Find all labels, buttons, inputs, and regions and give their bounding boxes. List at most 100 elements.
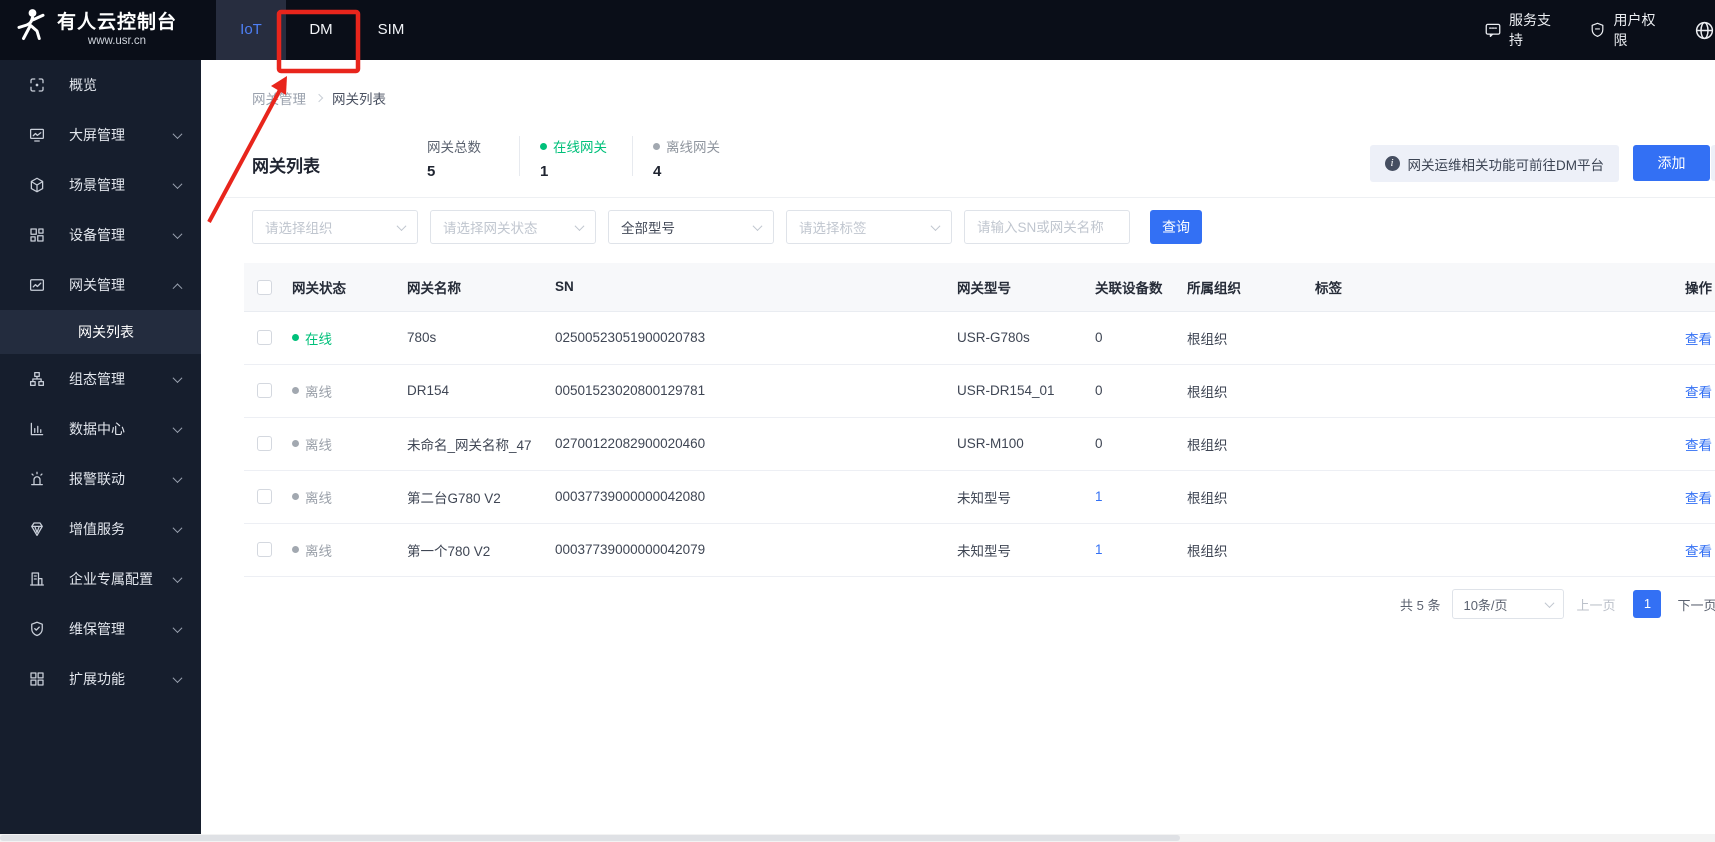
sidebar-item-label: 扩展功能	[69, 671, 125, 687]
chevron-up-icon	[172, 282, 183, 293]
sidebar-item-scene[interactable]: 场景管理	[0, 160, 201, 210]
sidebar-item-label: 增值服务	[69, 521, 125, 537]
org-name: 根组织	[1179, 417, 1307, 471]
chevron-down-icon	[172, 372, 183, 383]
globe-icon[interactable]	[1694, 20, 1715, 41]
col-model: 网关型号	[949, 263, 1087, 312]
stat-total-value: 5	[427, 163, 436, 180]
screen-icon	[28, 126, 46, 144]
org-select[interactable]: 请选择组织	[252, 210, 418, 244]
view-link[interactable]: 查看	[1685, 491, 1712, 506]
stat-offline: 离线网关 4	[653, 136, 725, 180]
next-page-button[interactable]: 下一页	[1677, 595, 1715, 614]
page-number-1[interactable]: 1	[1633, 590, 1662, 618]
org-name: 根组织	[1179, 311, 1307, 365]
platform-tabs: IoT DM SIM	[216, 0, 426, 60]
page-size-select[interactable]: 10条/页	[1452, 589, 1565, 619]
scrollbar-thumb[interactable]	[0, 835, 1180, 841]
row-checkbox[interactable]	[256, 383, 272, 399]
service-support-link[interactable]: 服务支持	[1484, 10, 1563, 50]
view-link[interactable]: 查看	[1685, 438, 1712, 453]
gateway-tag	[1307, 523, 1492, 577]
topbar-right: 服务支持 用户权限	[1484, 0, 1715, 60]
select-all-checkbox[interactable]	[256, 279, 272, 295]
row-checkbox[interactable]	[256, 542, 272, 558]
view-link[interactable]: 查看	[1685, 385, 1712, 400]
status-badge: 离线	[292, 434, 332, 454]
row-checkbox[interactable]	[256, 330, 272, 346]
gateway-model: 未知型号	[949, 470, 1087, 524]
query-button[interactable]: 查询	[1150, 210, 1202, 244]
info-icon: i	[1384, 156, 1400, 171]
sidebar-subitem-gateway-list[interactable]: 网关列表	[0, 310, 201, 354]
row-checkbox[interactable]	[256, 436, 272, 452]
grid-icon	[28, 670, 46, 688]
gateway-model: USR-DR154_01	[949, 364, 1087, 418]
table-row: 离线 第一个780 V2 00037739000000042079 未知型号 1…	[244, 523, 1715, 577]
gateway-tag	[1307, 470, 1492, 524]
logo[interactable]: 有人云控制台 www.usr.cn	[0, 0, 201, 60]
device-count-link[interactable]: 1	[1095, 542, 1103, 557]
sidebar-item-extension[interactable]: 扩展功能	[0, 654, 201, 704]
view-link[interactable]: 查看	[1685, 544, 1712, 559]
sidebar-item-config[interactable]: 组态管理	[0, 354, 201, 404]
gateway-status-select[interactable]: 请选择网关状态	[430, 210, 596, 244]
table-row: 离线 未命名_网关名称_47 02700122082900020460 USR-…	[244, 417, 1715, 471]
gateway-sn: 00037739000000042079	[547, 523, 949, 577]
clipped-button-sliver	[1711, 145, 1715, 181]
tab-sim[interactable]: SIM	[356, 0, 426, 60]
notice-text: 网关运维相关功能可前往DM平台	[1407, 157, 1605, 173]
user-permission-link[interactable]: 用户权限	[1589, 10, 1668, 50]
sidebar-item-vas[interactable]: 增值服务	[0, 504, 201, 554]
chevron-down-icon	[574, 220, 585, 231]
sidebar-item-label: 设备管理	[69, 227, 125, 243]
gateway-sn: 00037739000000042080	[547, 470, 949, 524]
col-devices: 关联设备数	[1087, 263, 1179, 312]
sidebar-item-label: 概览	[69, 77, 97, 93]
device-count-link[interactable]: 1	[1095, 489, 1103, 504]
sn-search-input[interactable]	[964, 210, 1130, 244]
view-link[interactable]: 查看	[1685, 332, 1712, 347]
sidebar-item-overview[interactable]: 概览	[0, 60, 201, 110]
service-support-label: 服务支持	[1509, 12, 1551, 48]
tab-dm[interactable]: DM	[286, 0, 356, 60]
shield-check-icon	[28, 620, 46, 638]
sidebar-item-maintenance[interactable]: 维保管理	[0, 604, 201, 654]
gateway-name: 780s	[399, 311, 547, 365]
scene-icon	[28, 176, 46, 194]
gateway-table: 网关状态 网关名称 SN 网关型号 关联设备数 所属组织 标签 操作 在线 78…	[244, 263, 1715, 577]
breadcrumb-parent[interactable]: 网关管理	[252, 88, 306, 108]
chevron-down-icon	[752, 220, 763, 231]
tag-select[interactable]: 请选择标签	[786, 210, 952, 244]
sidebar-item-datacenter[interactable]: 数据中心	[0, 404, 201, 454]
chevron-down-icon	[172, 128, 183, 139]
chevron-down-icon	[930, 220, 941, 231]
gateway-tag	[1307, 311, 1492, 365]
gem-icon	[28, 520, 46, 538]
add-gateway-button[interactable]: 添加	[1633, 145, 1710, 181]
sidebar-item-label: 企业专属配置	[69, 571, 153, 587]
gateway-tag	[1307, 417, 1492, 471]
sidebar-item-bigscreen[interactable]: 大屏管理	[0, 110, 201, 160]
gateway-model: USR-G780s	[949, 311, 1087, 365]
sidebar-item-device[interactable]: 设备管理	[0, 210, 201, 260]
pagination-total: 共 5 条	[1400, 597, 1441, 613]
sidebar-item-label: 组态管理	[69, 371, 125, 387]
topbar: 有人云控制台 www.usr.cn IoT DM SIM 服务支持 用户权限	[0, 0, 1715, 60]
col-sn: SN	[547, 263, 949, 312]
status-badge: 在线	[292, 328, 332, 348]
sidebar-item-enterprise[interactable]: 企业专属配置	[0, 554, 201, 604]
sidebar-item-gateway[interactable]: 网关管理	[0, 260, 201, 310]
chevron-down-icon	[172, 422, 183, 433]
device-count: 0	[1087, 364, 1179, 418]
pagination: 共 5 条 10条/页 上一页 1 下一页	[1400, 589, 1715, 619]
tab-iot[interactable]: IoT	[216, 0, 286, 60]
sidebar-item-alarm[interactable]: 报警联动	[0, 454, 201, 504]
prev-page-button[interactable]: 上一页	[1576, 595, 1615, 614]
org-name: 根组织	[1179, 523, 1307, 577]
model-select[interactable]: 全部型号	[608, 210, 774, 244]
gateway-sn: 00501523020800129781	[547, 364, 949, 418]
offline-dot	[653, 142, 660, 150]
chevron-down-icon	[172, 178, 183, 189]
row-checkbox[interactable]	[256, 489, 272, 505]
